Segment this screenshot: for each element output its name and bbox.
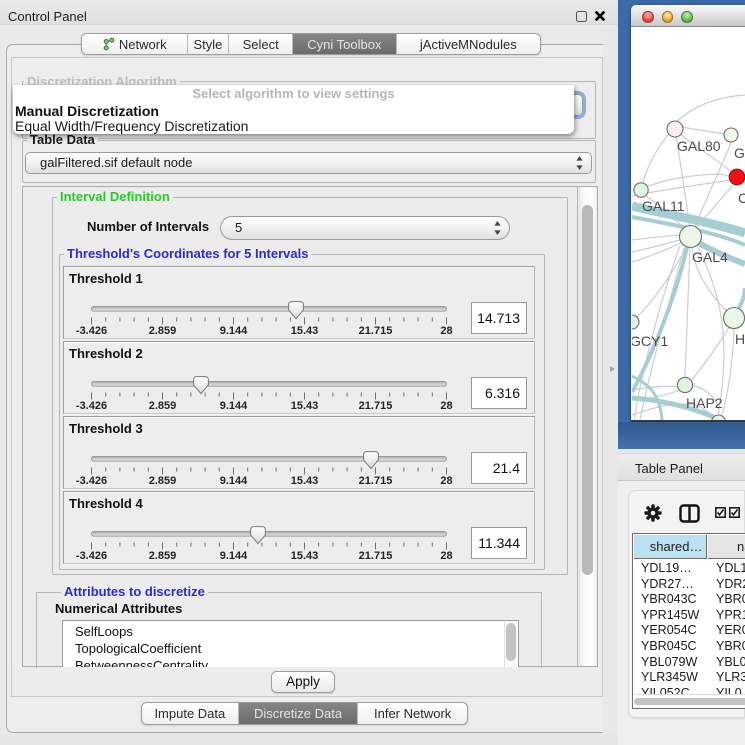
svg-text:15.43: 15.43 <box>291 475 319 487</box>
svg-text:H: H <box>735 331 745 347</box>
svg-text:21.715: 21.715 <box>359 400 393 412</box>
svg-text:2.859: 2.859 <box>149 325 177 337</box>
svg-text:GAL4: GAL4 <box>692 249 728 265</box>
svg-text:C: C <box>738 190 745 206</box>
svg-text:15.43: 15.43 <box>291 400 319 412</box>
svg-text:9.144: 9.144 <box>220 550 248 562</box>
svg-text:HAP2: HAP2 <box>686 395 723 411</box>
svg-text:9.144: 9.144 <box>220 325 248 337</box>
svg-text:-3.426: -3.426 <box>76 325 107 337</box>
svg-text:2.859: 2.859 <box>149 550 177 562</box>
svg-text:21.715: 21.715 <box>359 325 393 337</box>
svg-text:28: 28 <box>440 550 452 562</box>
svg-text:-3.426: -3.426 <box>76 550 107 562</box>
svg-text:GAL80: GAL80 <box>677 138 721 154</box>
svg-text:-3.426: -3.426 <box>76 475 107 487</box>
svg-text:28: 28 <box>440 475 452 487</box>
svg-text:28: 28 <box>440 325 452 337</box>
svg-text:9.144: 9.144 <box>220 400 248 412</box>
svg-text:GAL11: GAL11 <box>642 198 685 214</box>
svg-text:-3.426: -3.426 <box>76 400 107 412</box>
svg-text:GCY1: GCY1 <box>632 333 668 349</box>
svg-text:15.43: 15.43 <box>291 325 319 337</box>
svg-text:2.859: 2.859 <box>149 475 177 487</box>
svg-text:G.: G. <box>734 145 745 161</box>
svg-text:9.144: 9.144 <box>220 475 248 487</box>
svg-text:28: 28 <box>440 400 452 412</box>
svg-text:2.859: 2.859 <box>149 400 177 412</box>
svg-text:15.43: 15.43 <box>291 550 319 562</box>
svg-text:21.715: 21.715 <box>359 475 393 487</box>
svg-text:21.715: 21.715 <box>359 550 393 562</box>
